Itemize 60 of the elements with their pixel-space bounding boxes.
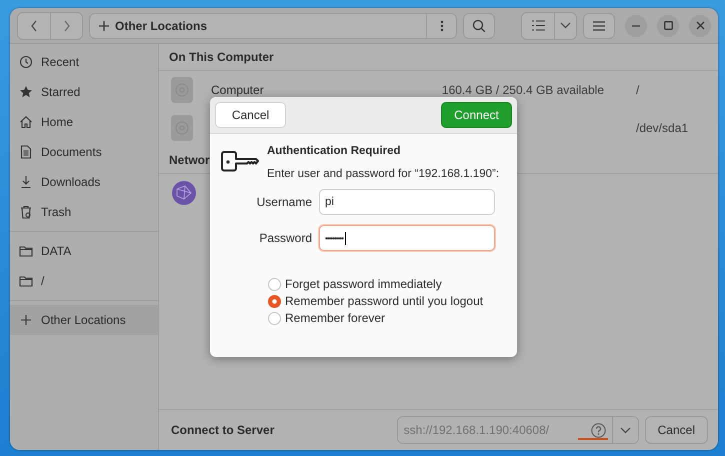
vertical-dots-icon — [440, 20, 444, 32]
network-icon — [171, 180, 197, 206]
clock-icon — [19, 55, 33, 69]
view-options-button[interactable] — [554, 12, 576, 38]
sidebar-item[interactable]: Documents — [10, 137, 158, 167]
plus-icon — [19, 313, 33, 327]
option-label: Forget password immediately — [285, 277, 442, 291]
field-label: Password — [258, 231, 312, 245]
menu-icon — [593, 20, 605, 30]
section-heading: On This Computer — [159, 44, 718, 71]
drive-icon — [171, 77, 193, 103]
disk-usage: 160.4 GB / 250.4 GB available — [440, 83, 605, 97]
list-view-button[interactable] — [522, 12, 554, 38]
mount-path: /dev/sda1 — [636, 121, 688, 135]
maximize-button[interactable] — [657, 14, 679, 36]
close-button[interactable] — [689, 14, 711, 36]
connect-button[interactable]: Connect — [441, 102, 512, 128]
drive-icon — [171, 115, 193, 141]
plus-icon — [99, 20, 109, 30]
trash-icon — [19, 205, 33, 219]
field-label: Username — [256, 195, 312, 209]
maximize-icon — [664, 21, 672, 30]
input-field[interactable]: pi — [319, 189, 495, 215]
radio-button[interactable] — [268, 278, 281, 290]
list-icon — [532, 20, 544, 31]
option-label: Remember forever — [285, 311, 386, 325]
location-name: Computer — [211, 83, 265, 97]
sidebar-item[interactable]: Trash — [10, 197, 158, 227]
location-bar[interactable]: Other Locations — [89, 12, 457, 38]
cancel-button[interactable]: Cancel — [644, 416, 708, 444]
option-label: Remember password until you logout — [285, 294, 484, 308]
search-button[interactable] — [463, 12, 495, 38]
mount-path: / — [636, 83, 640, 97]
sidebar-item[interactable]: DATA — [10, 236, 158, 266]
chevron-left-icon — [29, 20, 39, 32]
download-icon — [19, 175, 33, 189]
sidebar-item[interactable]: Recent — [10, 47, 158, 77]
chevron-right-icon — [62, 20, 72, 32]
folder-icon — [19, 244, 33, 258]
sidebar-item[interactable]: Other Locations — [10, 305, 158, 335]
radio-button[interactable] — [268, 294, 281, 308]
location-label: Other Locations — [115, 18, 208, 32]
dialog-title: Authentication Required — [267, 145, 402, 157]
home-icon — [19, 115, 33, 129]
minimize-icon — [632, 24, 640, 26]
folder-icon — [19, 274, 33, 288]
search-icon — [472, 18, 486, 32]
sidebar-item[interactable]: / — [10, 266, 158, 296]
sidebar-item[interactable]: Downloads — [10, 167, 158, 197]
sidebar-item[interactable]: Home — [10, 107, 158, 137]
menu-button[interactable] — [583, 12, 615, 38]
input-field[interactable]: •••••••••• — [319, 225, 495, 251]
caret-icon — [560, 22, 571, 29]
star-icon — [19, 85, 33, 99]
cancel-button[interactable]: Cancel — [215, 102, 286, 128]
radio-button[interactable] — [268, 312, 281, 324]
connect-label: Connect to Server — [171, 423, 274, 437]
sidebar-item[interactable]: Starred — [10, 77, 158, 107]
close-icon — [696, 21, 704, 30]
document-icon — [19, 145, 33, 159]
